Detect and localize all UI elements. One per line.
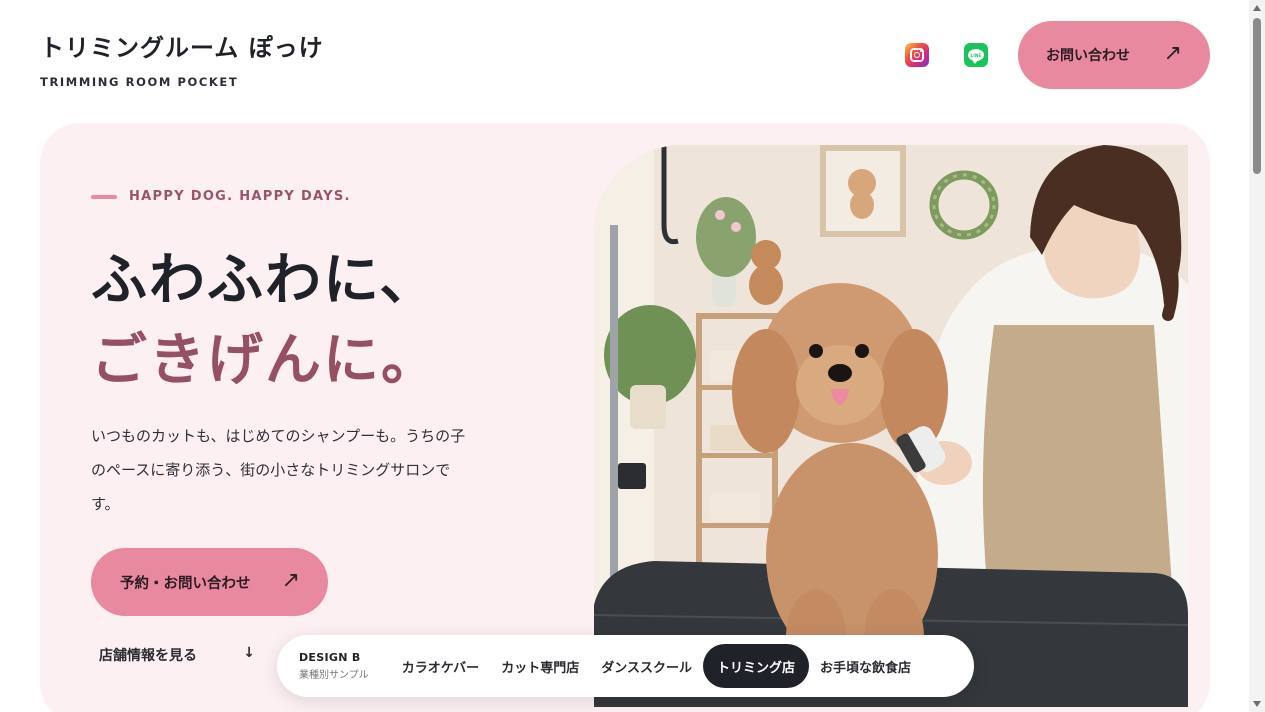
hero-photo xyxy=(594,145,1188,707)
contact-button-label: お問い合わせ xyxy=(1046,48,1130,64)
line-icon[interactable]: LINE xyxy=(964,43,988,67)
brand-subtitle: TRIMMING ROOM POCKET xyxy=(40,75,239,89)
arrow-down-icon: ↓ xyxy=(243,645,255,661)
headline-line-1: ふわふわに、 xyxy=(91,248,438,313)
reserve-contact-label: 予約・お問い合わせ xyxy=(120,575,251,592)
reserve-contact-button[interactable]: 予約・お問い合わせ ↗ xyxy=(91,548,328,616)
hero-kicker: HAPPY DOG. HAPPY DAYS. xyxy=(91,189,351,204)
store-info-link[interactable]: 店舗情報を見る ↓ xyxy=(99,645,255,665)
page-scrollbar[interactable] xyxy=(1249,0,1265,712)
arrow-up-right-icon: ↗ xyxy=(1163,41,1182,66)
scroll-up-icon[interactable] xyxy=(1253,5,1261,11)
nav-item-casual-restaurant[interactable]: お手頃な飲食店 xyxy=(809,644,922,688)
brand-title: トリミングルーム ぽっけ xyxy=(40,34,324,62)
headline-line-2: ごきげんに。 xyxy=(91,328,439,393)
nav-item-dance-school[interactable]: ダンススクール xyxy=(590,644,703,688)
line-icon-glyph: LINE xyxy=(970,52,982,58)
hero-lead: いつものカットも、はじめてのシャンプーも。うちの子のペースに寄り添う、街の小さな… xyxy=(91,427,466,513)
contact-button[interactable]: お問い合わせ ↗ xyxy=(1018,21,1210,89)
scroll-down-icon[interactable] xyxy=(1253,701,1261,707)
design-title: DESIGN B xyxy=(299,651,361,664)
design-switcher-nav: DESIGN B 業種別サンプル カラオケバー カット専門店 ダンススクール ト… xyxy=(277,635,974,697)
store-info-label: 店舗情報を見る xyxy=(99,648,197,664)
arrow-up-right-icon: ↗ xyxy=(281,568,300,593)
hero-section: HAPPY DOG. HAPPY DAYS. ふわふわに、 ごきげんに。 いつも… xyxy=(40,123,1210,712)
nav-item-haircut-shop[interactable]: カット専門店 xyxy=(490,644,590,688)
scrollbar-thumb[interactable] xyxy=(1253,18,1261,174)
nav-item-trimming-shop[interactable]: トリミング店 xyxy=(702,644,809,688)
kicker-text: HAPPY DOG. HAPPY DAYS. xyxy=(129,189,351,204)
groomer-poodle-illustration xyxy=(594,145,1188,707)
design-subtitle: 業種別サンプル xyxy=(299,670,369,681)
instagram-icon[interactable] xyxy=(905,43,929,67)
hero-headline: ふわふわに、 ごきげんに。 xyxy=(91,241,439,401)
kicker-bar xyxy=(91,194,117,199)
brand[interactable]: トリミングルーム ぽっけ TRIMMING ROOM POCKET xyxy=(40,28,324,89)
design-label: DESIGN B 業種別サンプル xyxy=(299,651,369,681)
nav-item-karaoke-bar[interactable]: カラオケバー xyxy=(391,644,490,688)
